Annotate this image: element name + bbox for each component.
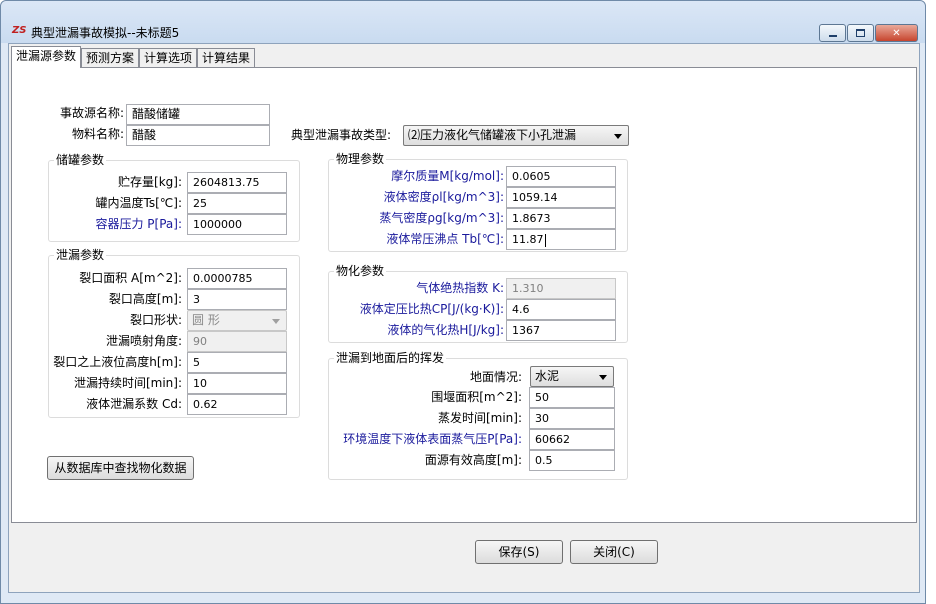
vessel-pressure-label: 容器压力 P[Pa]: [95,217,182,231]
vapor-density-label: 蒸气密度ρg[kg/m^3]: [379,211,504,225]
tab-calc-options[interactable]: 计算选项 [139,48,198,68]
window-title: 典型泄漏事故模拟--未标题5 [31,26,180,40]
leak-coefficient-input[interactable]: 0.62 [187,394,287,415]
leak-coefficient-label: 液体泄漏系数 Cd: [86,397,182,411]
adiabatic-index-input[interactable]: 1.310 [506,278,616,299]
save-button[interactable]: 保存(S) [475,540,563,564]
crack-shape-label: 裂口形状: [129,313,182,327]
source-height-input[interactable]: 0.5 [529,450,615,471]
ground-type-label: 地面情况: [469,370,522,384]
vapor-pressure-input[interactable]: 60662 [529,429,615,450]
material-name-label: 物料名称: [71,127,124,141]
ground-type-select[interactable]: 水泥 [530,366,614,387]
vaporization-heat-input[interactable]: 1367 [506,320,616,341]
leak-source-panel: 事故源名称: 醋酸储罐 物料名称: 醋酸 典型泄漏事故类型: ⑵压力液化气储罐液… [11,67,917,523]
boiling-point-value: 11.87 [512,233,544,246]
tank-temp-input[interactable]: 25 [187,193,287,214]
dike-area-input[interactable]: 50 [529,387,615,408]
specific-heat-label: 液体定压比热CP[J/(kg·K)]: [359,302,504,316]
dike-area-label: 围堰面积[m^2]: [431,390,522,404]
crack-area-label: 裂口面积 A[m^2]: [79,271,182,285]
liquid-density-input[interactable]: 1059.14 [506,187,616,208]
minimize-icon [828,35,837,37]
source-name-label: 事故源名称: [59,106,124,120]
boiling-point-label: 液体常压沸点 Tb[℃]: [386,232,504,246]
crack-height-input[interactable]: 3 [187,289,287,310]
title-bar[interactable]: ZS 典型泄漏事故模拟--未标题5 ✕ [1,1,925,43]
vapor-density-input[interactable]: 1.8673 [506,208,616,229]
vessel-pressure-input[interactable]: 1000000 [187,214,287,235]
ground-type-value: 水泥 [535,369,560,383]
tab-forecast-plan[interactable]: 预测方案 [81,48,140,68]
text-cursor [544,233,546,247]
tank-temp-label: 罐内温度Ts[℃]: [95,196,182,210]
evaporation-time-label: 蒸发时间[min]: [437,411,522,425]
storage-group-title: 储罐参数 [54,153,107,167]
physical-group-title: 物理参数 [334,152,387,166]
crack-area-input[interactable]: 0.0000785 [187,268,287,289]
close-window-button[interactable]: ✕ [875,24,918,42]
client-area: 泄漏源参数 预测方案 计算选项 计算结果 事故源名称: 醋酸储罐 物料名称: 醋… [8,43,920,593]
app-logo-icon: ZS [12,25,27,36]
source-name-input[interactable]: 醋酸储罐 [126,104,270,125]
adiabatic-index-label: 气体绝热指数 K: [416,281,504,295]
storage-amount-label: 贮存量[kg]: [118,175,182,189]
liquid-density-label: 液体密度ρl[kg/m^3]: [383,190,504,204]
jet-angle-input[interactable]: 90 [187,331,287,352]
specific-heat-input[interactable]: 4.6 [506,299,616,320]
chevron-down-icon [599,375,607,380]
vaporization-heat-label: 液体的气化热H[J/kg]: [387,323,504,337]
vapor-pressure-label: 环境温度下液体表面蒸气压P[Pa]: [343,432,522,446]
chevron-down-icon [272,319,280,324]
app-window: ZS 典型泄漏事故模拟--未标题5 ✕ 泄漏源参数 预测方案 计算选项 计算结果… [0,0,926,604]
liquid-level-label: 裂口之上液位高度h[m]: [53,355,182,369]
material-name-input[interactable]: 醋酸 [126,125,270,146]
source-height-label: 面源有效高度[m]: [424,453,522,467]
leak-duration-label: 泄漏持续时间[min]: [73,376,182,390]
minimize-button[interactable] [819,24,846,42]
tab-leak-source[interactable]: 泄漏源参数 [11,46,82,68]
crack-height-label: 裂口高度[m]: [108,292,182,306]
tab-strip: 泄漏源参数 预测方案 计算选项 计算结果 [11,46,256,68]
close-button[interactable]: 关闭(C) [570,540,658,564]
liquid-level-input[interactable]: 5 [187,352,287,373]
physchem-group-title: 物化参数 [334,264,387,278]
leak-group-title: 泄漏参数 [54,248,107,262]
storage-amount-input[interactable]: 2604813.75 [187,172,287,193]
molar-mass-input[interactable]: 0.0605 [506,166,616,187]
maximize-icon [856,29,865,37]
crack-shape-select[interactable]: 圆 形 [187,310,287,331]
boiling-point-input[interactable]: 11.87 [506,229,616,250]
tab-calc-results[interactable]: 计算结果 [197,48,256,68]
evaporation-group-title: 泄漏到地面后的挥发 [334,351,447,365]
leak-duration-input[interactable]: 10 [187,373,287,394]
lookup-physchem-button[interactable]: 从数据库中查找物化数据 [47,456,194,480]
maximize-button[interactable] [847,24,874,42]
accident-type-value: ⑵压力液化气储罐液下小孔泄漏 [408,128,577,142]
evaporation-time-input[interactable]: 30 [529,408,615,429]
chevron-down-icon [614,134,622,139]
accident-type-label: 典型泄漏事故类型: [291,128,392,142]
crack-shape-value: 圆 形 [192,313,220,327]
close-icon: ✕ [892,27,901,39]
molar-mass-label: 摩尔质量M[kg/mol]: [391,169,504,183]
accident-type-select[interactable]: ⑵压力液化气储罐液下小孔泄漏 [403,125,629,146]
jet-angle-label: 泄漏喷射角度: [105,334,182,348]
